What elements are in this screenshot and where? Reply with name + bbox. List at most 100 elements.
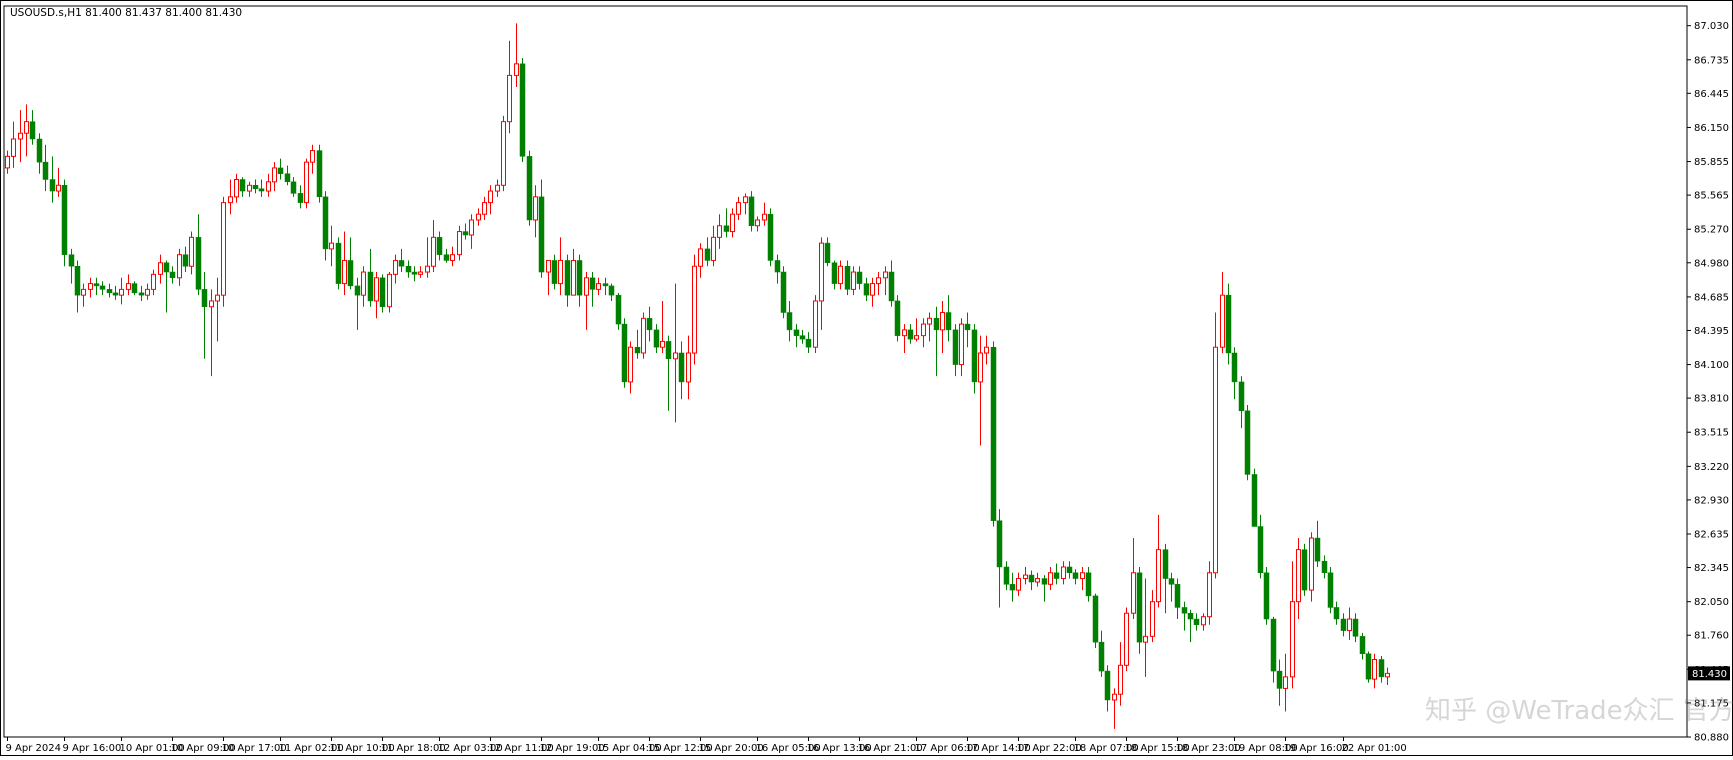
symbol-info: USOUSD.s,H1 81.400 81.437 81.400 81.430 bbox=[10, 7, 242, 19]
candle-body-up bbox=[1061, 566, 1066, 580]
y-tick-label: 85.855 bbox=[1694, 157, 1729, 168]
candle-body-down bbox=[704, 248, 711, 261]
candle-body-down bbox=[608, 285, 615, 296]
candle-body-down bbox=[824, 242, 831, 264]
candle bbox=[1092, 593, 1099, 648]
candle bbox=[641, 312, 646, 359]
candle bbox=[131, 281, 138, 296]
candle-body-down bbox=[907, 329, 914, 340]
candle-body-down bbox=[1028, 574, 1035, 583]
candle-body-down bbox=[748, 196, 755, 227]
candle-body-down bbox=[1257, 526, 1264, 574]
candle-body-up bbox=[88, 283, 93, 290]
candle-body-down bbox=[780, 271, 787, 313]
candle-body-up bbox=[851, 271, 856, 290]
candle bbox=[316, 144, 323, 203]
candle-body-down bbox=[888, 271, 895, 302]
candle-body-down bbox=[519, 63, 526, 157]
candle-body-down bbox=[182, 254, 189, 267]
last-price-marker: 81.430 bbox=[1688, 666, 1730, 681]
candle-body-down bbox=[1321, 560, 1328, 574]
candle bbox=[813, 295, 818, 353]
chart-frame bbox=[0, 0, 1733, 756]
candle-body-down bbox=[131, 283, 138, 294]
x-tick-label: 18 Apr 23:00 bbox=[1176, 743, 1241, 754]
candle bbox=[692, 254, 697, 365]
candle-body-up bbox=[418, 271, 423, 275]
candle-body-down bbox=[856, 271, 863, 284]
candle bbox=[61, 179, 68, 267]
candle-body-up bbox=[501, 121, 506, 186]
candle-body-up bbox=[310, 150, 315, 163]
y-tick-label: 84.980 bbox=[1694, 258, 1729, 269]
candle-body-down bbox=[1187, 612, 1194, 620]
candle-body-down bbox=[1225, 294, 1232, 354]
candle-body-up bbox=[641, 317, 646, 354]
candle-body-up bbox=[1372, 659, 1377, 680]
candle-body-up bbox=[1283, 676, 1288, 689]
candle-body-up bbox=[247, 184, 252, 192]
candle-body-down bbox=[93, 283, 100, 287]
candle bbox=[1213, 312, 1218, 579]
candle-body-down bbox=[964, 323, 971, 331]
candle-body-up bbox=[228, 196, 233, 204]
candle-body-up bbox=[304, 161, 309, 204]
candle-body-up bbox=[736, 202, 741, 215]
y-tick-label: 80.880 bbox=[1694, 733, 1729, 744]
candle-body-up bbox=[1143, 635, 1148, 643]
candle bbox=[379, 274, 386, 313]
candle-body-down bbox=[138, 292, 145, 296]
candle-body-up bbox=[571, 259, 576, 296]
candle-body-down bbox=[621, 323, 628, 383]
candle-body-down bbox=[112, 292, 119, 296]
candle-body-down bbox=[589, 277, 596, 290]
candle-body-up bbox=[431, 236, 436, 267]
candle-body-down bbox=[831, 262, 838, 284]
candle-body-up bbox=[1347, 618, 1352, 632]
candle-body-up bbox=[1023, 574, 1028, 580]
y-tick-label: 82.050 bbox=[1694, 597, 1729, 608]
candle-body-up bbox=[56, 184, 61, 192]
x-tick-label: 22 Apr 01:00 bbox=[1342, 743, 1407, 754]
candle-body-down bbox=[436, 237, 443, 255]
candle bbox=[1136, 566, 1143, 654]
candle-body-up bbox=[838, 265, 843, 285]
candle-body-down bbox=[933, 318, 940, 331]
candle-body-down bbox=[551, 260, 558, 284]
y-tick-label: 85.270 bbox=[1694, 225, 1729, 236]
candle-body-down bbox=[106, 289, 113, 294]
candle-body-up bbox=[469, 219, 474, 236]
candle-body-up bbox=[1048, 572, 1053, 585]
candle-body-up bbox=[1201, 616, 1206, 626]
candle-body-down bbox=[297, 193, 304, 203]
candle-body-up bbox=[374, 277, 379, 302]
candle-body-up bbox=[711, 236, 716, 261]
candle-body-down bbox=[653, 329, 660, 348]
candle-body-down bbox=[201, 289, 208, 307]
candle-body-down bbox=[1244, 410, 1251, 475]
candle-body-down bbox=[258, 188, 265, 192]
candle-body-down bbox=[1072, 572, 1079, 579]
x-tick-label: 19 Apr 16:00 bbox=[1284, 743, 1349, 754]
candle bbox=[894, 295, 901, 342]
candle-body-up bbox=[1213, 346, 1218, 574]
candle-body-up bbox=[660, 340, 665, 348]
candle-body-up bbox=[902, 329, 907, 337]
candle-body-down bbox=[49, 179, 56, 192]
x-tick-label: 16 Apr 21:00 bbox=[858, 743, 923, 754]
candle-body-up bbox=[24, 121, 29, 134]
candle-body-down bbox=[1104, 670, 1111, 701]
candle-body-up bbox=[883, 271, 888, 279]
candle-body-down bbox=[354, 285, 361, 296]
candle-body-up bbox=[1207, 572, 1212, 618]
y-tick-label: 86.735 bbox=[1694, 55, 1729, 66]
candle-body-down bbox=[68, 254, 75, 267]
candle-body-down bbox=[462, 231, 469, 236]
candle-body-up bbox=[476, 213, 481, 221]
candle-body-down bbox=[634, 346, 641, 354]
candle-body-down bbox=[774, 260, 781, 273]
candle-body-up bbox=[5, 155, 10, 169]
candle-body-up bbox=[927, 317, 932, 325]
candle-body-down bbox=[1162, 549, 1169, 579]
candle-body-up bbox=[717, 225, 722, 238]
